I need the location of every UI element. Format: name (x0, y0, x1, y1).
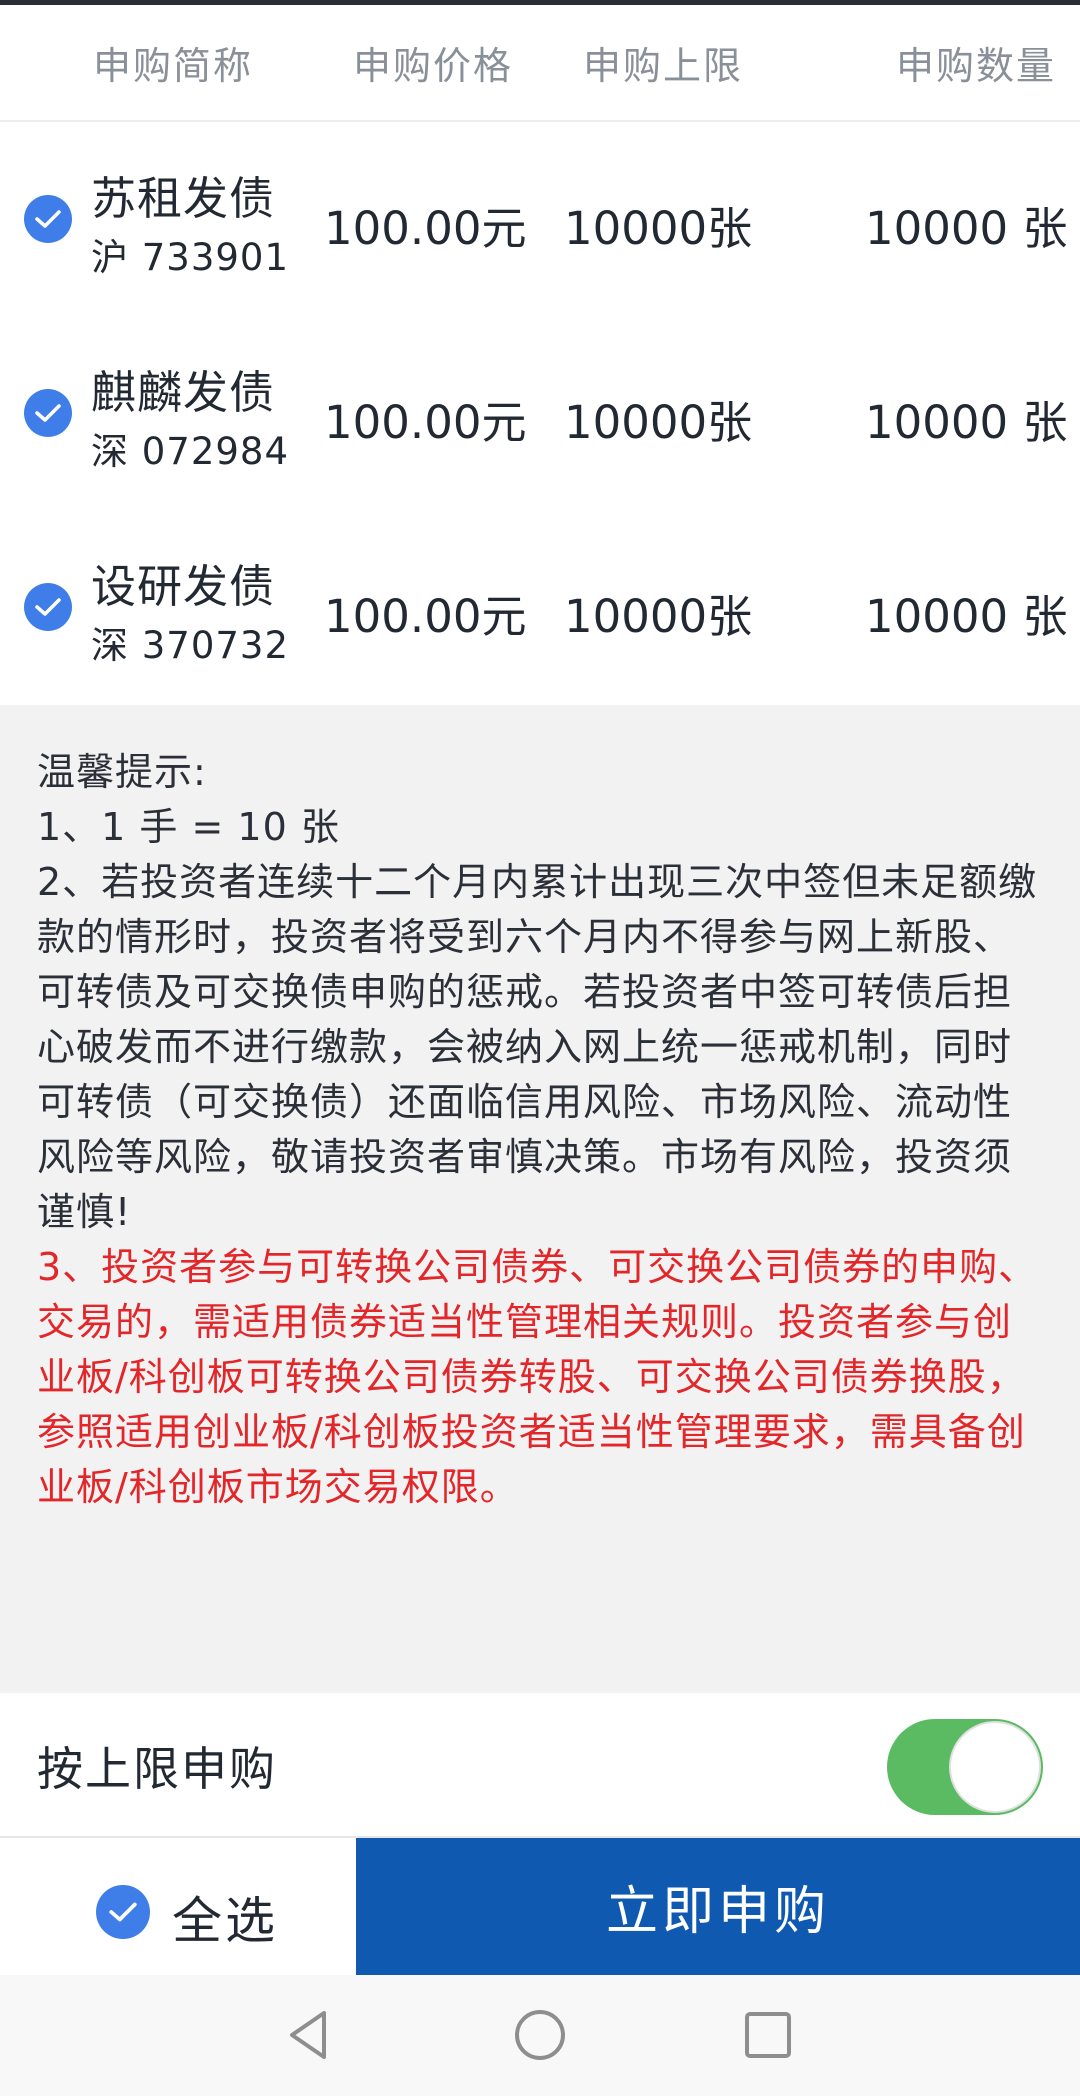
bond-price: 100.00元 (324, 590, 527, 643)
notice-item-2: 2、若投资者连续十二个月内累计出现三次中签但未足额缴款的情形时，投资者将受到六个… (37, 860, 1038, 1234)
bond-code: 沪 733901 (91, 236, 290, 279)
notice-panel: 温馨提示: 1、1 手 = 10 张 2、若投资者连续十二个月内累计出现三次中签… (0, 705, 1080, 1693)
check-circle-icon[interactable] (24, 389, 72, 437)
bond-quantity[interactable]: 10000 张 (865, 192, 1067, 257)
subscribe-at-limit-row: 按上限申购 (0, 1693, 1080, 1836)
notice-text: 温馨提示: 1、1 手 = 10 张 2、若投资者连续十二个月内累计出现三次中签… (37, 745, 1047, 1515)
notice-title: 温馨提示: (37, 750, 207, 794)
subscribe-at-limit-toggle[interactable] (887, 1719, 1043, 1815)
bond-quantity[interactable]: 10000 张 (865, 386, 1067, 451)
select-all-label: 全选 (172, 1892, 278, 1950)
header-col-price: 申购价格 (353, 44, 514, 88)
bond-row[interactable]: 麒麟发债 深 072984 100.00元 10000张 10000 张 (0, 316, 1080, 510)
bond-limit: 10000张 (564, 590, 753, 643)
check-circle-icon[interactable] (24, 195, 72, 243)
header-col-name: 申购简称 (93, 44, 254, 88)
table-header: 申购简称 申购价格 申购上限 申购数量 (0, 5, 1080, 122)
bond-name: 设研发债 (91, 560, 276, 613)
bond-row[interactable]: 设研发债 深 370732 100.00元 10000张 10000 张 (0, 510, 1080, 704)
bond-row[interactable]: 苏租发债 沪 733901 100.00元 10000张 10000 张 (0, 122, 1080, 316)
header-col-quantity: 申购数量 (896, 44, 1057, 88)
bond-quantity[interactable]: 10000 张 (865, 580, 1067, 645)
bond-code: 深 370732 (91, 624, 290, 667)
bond-code: 深 072984 (91, 430, 290, 473)
check-circle-icon[interactable] (96, 1885, 150, 1939)
bond-price: 100.00元 (324, 396, 527, 449)
subscribe-at-limit-label: 按上限申购 (37, 1742, 277, 1796)
bond-limit: 10000张 (564, 202, 753, 255)
toggle-knob (949, 1721, 1041, 1813)
system-navigation-bar (0, 1975, 1080, 2096)
notice-item-1: 1、1 手 = 10 张 (37, 805, 340, 849)
bond-limit: 10000张 (564, 396, 753, 449)
bond-price: 100.00元 (324, 202, 527, 255)
recents-square-icon[interactable] (738, 2005, 798, 2065)
select-all-button[interactable]: 全选 (0, 1838, 356, 1975)
home-circle-icon[interactable] (510, 2005, 570, 2065)
notice-item-3-warning: 3、投资者参与可转换公司债券、可交换公司债券的申购、交易的，需适用债券适当性管理… (37, 1245, 1038, 1509)
bond-name: 苏租发债 (91, 172, 276, 225)
back-triangle-icon[interactable] (278, 2005, 338, 2065)
apply-now-button[interactable]: 立即申购 (356, 1838, 1080, 1975)
header-col-limit: 申购上限 (583, 44, 744, 88)
bond-subscription-screen: 申购简称 申购价格 申购上限 申购数量 苏租发债 沪 733901 100.00… (0, 0, 1080, 2096)
check-circle-icon[interactable] (24, 583, 72, 631)
bond-name: 麒麟发债 (91, 366, 276, 419)
